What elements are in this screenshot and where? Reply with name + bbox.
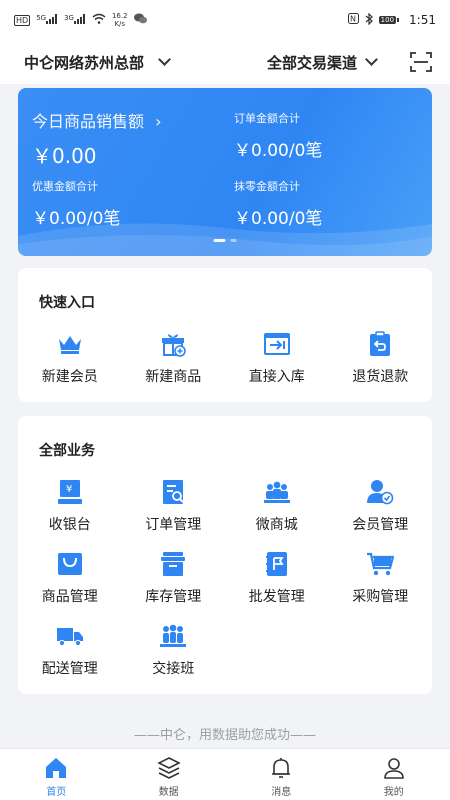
discount-amount-value: ￥0.00/0笔: [32, 209, 121, 229]
business-item-label: 微商城: [255, 517, 298, 533]
scan-icon[interactable]: [410, 52, 432, 72]
quick-entry-title: 快速入口: [39, 295, 95, 311]
status-bar: HD 5G 3G 16.2 K/s N 100 1:51: [0, 0, 450, 40]
business-purchase-management[interactable]: 采购管理: [329, 550, 433, 606]
mall-icon: [263, 478, 291, 506]
indicator-dot-active: [213, 239, 226, 242]
clock: 1:51: [409, 13, 436, 27]
battery-icon: 100: [378, 16, 400, 24]
business-item-label: 会员管理: [352, 517, 409, 533]
member-icon: [366, 478, 394, 506]
bell-icon: [272, 758, 291, 778]
order-icon: [159, 478, 187, 506]
tab-label: 我的: [383, 787, 404, 798]
business-item-label: 订单管理: [145, 517, 202, 533]
chevron-right-icon: ›: [155, 112, 162, 131]
chevron-down-icon: [365, 53, 378, 66]
user-icon: [383, 758, 404, 779]
business-item-label: 配送管理: [41, 661, 98, 677]
signal-icon: 5G: [36, 13, 58, 27]
quick-item-label: 新建会员: [41, 369, 98, 385]
order-amount-label: 订单金额合计: [234, 112, 300, 125]
bag-icon: [56, 550, 84, 578]
inventory-icon: [159, 550, 187, 578]
quick-item-label: 退货退款: [352, 369, 409, 385]
layers-icon: [156, 757, 181, 779]
wechat-icon: [133, 13, 147, 27]
today-sales-label: 今日商品销售额: [32, 112, 145, 131]
tab-label: 首页: [46, 787, 67, 798]
business-item-label: 批发管理: [248, 589, 305, 605]
discount-amount: 优惠金额合计 ￥0.00/0笔: [32, 178, 120, 229]
tab-profile[interactable]: 我的: [338, 749, 450, 800]
discount-amount-label: 优惠金额合计: [32, 180, 98, 193]
svg-text:N: N: [350, 15, 356, 24]
hd-indicator: HD: [14, 14, 31, 26]
tab-messages[interactable]: 消息: [225, 749, 338, 800]
org-name: 中仑网络苏州总部: [24, 53, 145, 72]
gift-box-icon: [159, 330, 187, 358]
home-icon: [46, 758, 67, 778]
crown-icon: [56, 330, 84, 358]
rounding-amount: 抹零金额合计 ￥0.00/0笔: [234, 178, 322, 229]
business-delivery-management[interactable]: 配送管理: [18, 622, 122, 678]
tab-label: 消息: [271, 787, 292, 798]
business-item-label: 库存管理: [145, 589, 202, 605]
quick-direct-stock-in[interactable]: 直接入库: [225, 330, 329, 386]
order-amount: 订单金额合计 ￥0.00/0笔: [234, 110, 322, 161]
signal-icon-2: 3G: [64, 13, 86, 27]
footer-slogan: ——中仑，用数据助您成功——: [133, 728, 316, 743]
business-micro-mall[interactable]: 微商城: [225, 478, 329, 534]
today-sales-value: ￥0.00: [32, 144, 97, 168]
tab-label: 数据: [158, 787, 179, 798]
org-selector[interactable]: 中仑网络苏州总部: [24, 52, 171, 73]
top-header: 中仑网络苏州总部 全部交易渠道: [0, 40, 450, 84]
indicator-dot: [230, 239, 237, 242]
business-item-label: 商品管理: [41, 589, 98, 605]
business-member-management[interactable]: 会员管理: [329, 478, 433, 534]
quick-item-label: 直接入库: [248, 369, 305, 385]
rounding-amount-label: 抹零金额合计: [234, 180, 300, 193]
channel-name: 全部交易渠道: [266, 53, 357, 72]
tab-data[interactable]: 数据: [113, 749, 226, 800]
business-item-label: 采购管理: [352, 589, 409, 605]
business-item-label: 交接班: [152, 661, 195, 677]
carousel-indicator: [213, 239, 237, 242]
today-sales[interactable]: 今日商品销售额 › ￥0.00: [32, 108, 162, 169]
shift-icon: [159, 622, 187, 650]
all-business-panel: 全部业务 ¥ 收银台 订单管理 微商城 会员管理 商品管理 库存管理 批发管理 …: [18, 416, 432, 694]
return-icon: [366, 330, 394, 358]
business-product-management[interactable]: 商品管理: [18, 550, 122, 606]
business-item-label: 收银台: [48, 517, 91, 533]
business-wholesale-management[interactable]: 批发管理: [225, 550, 329, 606]
wholesale-icon: [263, 550, 291, 578]
sales-summary-card[interactable]: 今日商品销售额 › ￥0.00 订单金额合计 ￥0.00/0笔 优惠金额合计 ￥…: [18, 88, 432, 256]
quick-entry-panel: 快速入口 新建会员 新建商品 直接入库 退货退款: [18, 268, 432, 402]
rounding-amount-value: ￥0.00/0笔: [234, 209, 323, 229]
business-inventory-management[interactable]: 库存管理: [122, 550, 226, 606]
order-amount-value: ￥0.00/0笔: [234, 141, 323, 161]
nfc-icon: N: [347, 13, 359, 27]
cart-icon: [366, 550, 395, 578]
quick-item-label: 新建商品: [145, 369, 202, 385]
bottom-tab-bar: 首页 数据 消息 我的: [0, 748, 450, 800]
quick-return-refund[interactable]: 退货退款: [329, 330, 433, 386]
wifi-icon: [92, 13, 106, 27]
truck-icon: [56, 622, 84, 650]
business-cashier[interactable]: ¥ 收银台: [18, 478, 122, 534]
bluetooth-icon: [365, 12, 373, 28]
chevron-down-icon: [158, 53, 171, 66]
svg-text:¥: ¥: [66, 484, 72, 495]
tab-home[interactable]: 首页: [0, 749, 113, 800]
channel-selector[interactable]: 全部交易渠道: [266, 52, 378, 73]
cashier-icon: ¥: [56, 478, 84, 506]
network-speed: 16.2 K/s: [111, 12, 128, 28]
quick-new-member[interactable]: 新建会员: [18, 330, 122, 386]
business-shift-handover[interactable]: 交接班: [122, 622, 226, 678]
business-order-management[interactable]: 订单管理: [122, 478, 226, 534]
today-sales-label-row: 今日商品销售额 ›: [32, 108, 162, 132]
all-business-title: 全部业务: [39, 443, 95, 459]
import-icon: [263, 330, 291, 358]
quick-new-product[interactable]: 新建商品: [122, 330, 226, 386]
